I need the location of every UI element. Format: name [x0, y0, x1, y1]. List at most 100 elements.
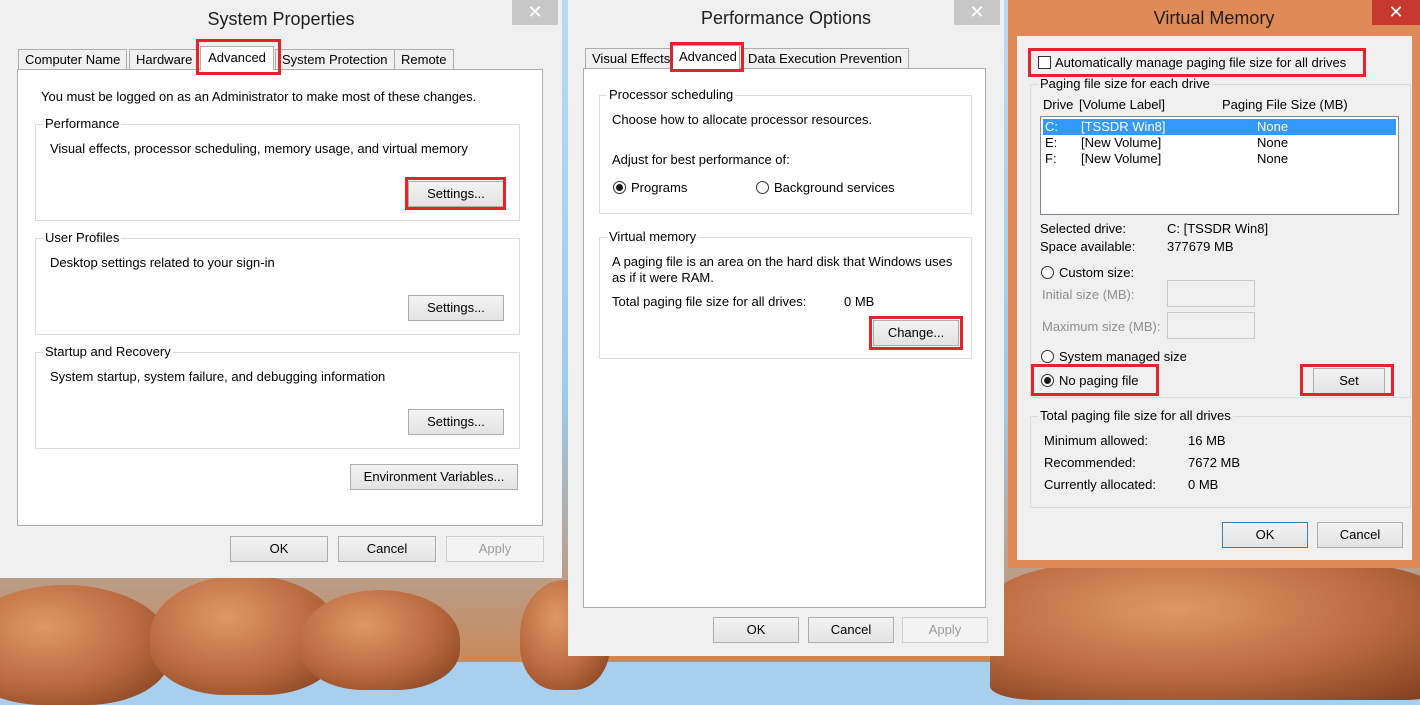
title-bar: Performance Options	[568, 0, 1004, 36]
tab-advanced[interactable]: Advanced	[200, 46, 274, 70]
initial-size-label: Initial size (MB):	[1042, 287, 1135, 302]
programs-radio[interactable]	[613, 181, 626, 194]
advanced-tab-panel: You must be logged on as an Administrato…	[17, 69, 543, 526]
drive-letter: C:	[1045, 119, 1058, 134]
admin-note: You must be logged on as an Administrato…	[41, 89, 477, 104]
maximum-size-label: Maximum size (MB):	[1042, 319, 1161, 334]
custom-size-radio[interactable]	[1041, 266, 1054, 279]
space-available-value: 377679 MB	[1167, 239, 1234, 254]
space-available-label: Space available:	[1040, 239, 1136, 254]
environment-variables-button[interactable]: Environment Variables...	[350, 464, 518, 490]
tab-visual-effects[interactable]: Visual Effects	[585, 48, 678, 68]
processor-description: Choose how to allocate processor resourc…	[612, 112, 873, 127]
list-item[interactable]: F: [New Volume] None	[1043, 151, 1396, 167]
user-profiles-settings-button[interactable]: Settings...	[408, 295, 504, 321]
no-paging-file-label: No paging file	[1059, 373, 1139, 388]
auto-manage-checkbox[interactable]	[1038, 56, 1051, 69]
tab-data-execution-prevention[interactable]: Data Execution Prevention	[741, 48, 909, 68]
drive-size: None	[1257, 119, 1289, 134]
apply-button[interactable]: Apply	[446, 536, 544, 562]
virtual-memory-desc-line2: as if it were RAM.	[612, 270, 714, 285]
close-button[interactable]: ✕	[954, 0, 1000, 25]
virtual-memory-window: Virtual Memory ✕ Automatically manage pa…	[1008, 0, 1420, 568]
drive-label: [New Volume]	[1081, 135, 1162, 150]
drive-list[interactable]: C: [TSSDR Win8] None E: [New Volume] Non…	[1040, 116, 1399, 215]
performance-group: Performance Visual effects, processor sc…	[35, 116, 520, 221]
background-services-radio[interactable]	[756, 181, 769, 194]
close-button[interactable]: ✕	[512, 0, 558, 25]
minimum-allowed-label: Minimum allowed:	[1044, 433, 1149, 448]
rock-decoration	[990, 560, 1420, 700]
startup-recovery-group-title: Startup and Recovery	[43, 344, 173, 359]
column-paging-size: Paging File Size (MB)	[1222, 97, 1348, 112]
apply-button[interactable]: Apply	[902, 617, 988, 643]
dialog-client-area: Automatically manage paging file size fo…	[1017, 36, 1412, 560]
tab-remote[interactable]: Remote	[394, 49, 454, 69]
ok-button[interactable]: OK	[1222, 522, 1308, 548]
maximum-size-input[interactable]	[1167, 312, 1255, 339]
paging-file-group: Paging file size for each drive Drive [V…	[1030, 76, 1411, 398]
tab-advanced[interactable]: Advanced	[672, 45, 740, 69]
list-item[interactable]: C: [TSSDR Win8] None	[1043, 119, 1396, 135]
rock-decoration	[300, 590, 460, 690]
cancel-button[interactable]: Cancel	[338, 536, 436, 562]
window-title: System Properties	[207, 9, 355, 29]
cancel-button[interactable]: Cancel	[1317, 522, 1403, 548]
performance-group-title: Performance	[43, 116, 122, 131]
drive-size: None	[1257, 135, 1289, 150]
startup-recovery-settings-button[interactable]: Settings...	[408, 409, 504, 435]
paging-file-group-title: Paging file size for each drive	[1038, 76, 1212, 91]
tab-hardware[interactable]: Hardware	[129, 49, 200, 69]
virtual-memory-desc-line1: A paging file is an area on the hard dis…	[612, 254, 953, 269]
drive-letter: F:	[1045, 151, 1057, 166]
drive-letter: E:	[1045, 135, 1058, 150]
performance-options-window: Performance Options ✕ Visual Effects Dat…	[568, 0, 1004, 656]
adjust-label: Adjust for best performance of:	[612, 152, 790, 167]
set-button[interactable]: Set	[1313, 368, 1385, 394]
initial-size-input[interactable]	[1167, 280, 1255, 307]
system-properties-window: System Properties ✕ Computer Name Hardwa…	[0, 0, 562, 578]
background-services-label: Background services	[774, 180, 895, 195]
title-bar: Virtual Memory	[1008, 0, 1420, 36]
startup-recovery-group: Startup and Recovery System startup, sys…	[35, 344, 520, 449]
rock-decoration	[0, 585, 170, 705]
custom-size-label: Custom size:	[1059, 265, 1135, 280]
performance-settings-button[interactable]: Settings...	[408, 181, 504, 207]
auto-manage-label: Automatically manage paging file size fo…	[1055, 55, 1347, 70]
no-paging-file-radio[interactable]	[1041, 374, 1054, 387]
drive-label: [New Volume]	[1081, 151, 1162, 166]
ok-button[interactable]: OK	[713, 617, 799, 643]
total-paging-value: 0 MB	[844, 294, 875, 309]
close-icon: ✕	[527, 2, 543, 22]
startup-recovery-description: System startup, system failure, and debu…	[50, 369, 386, 384]
system-managed-label: System managed size	[1059, 349, 1187, 364]
minimum-allowed-value: 16 MB	[1188, 433, 1226, 448]
user-profiles-description: Desktop settings related to your sign-in	[50, 255, 275, 270]
column-drive: Drive	[1043, 97, 1074, 112]
currently-allocated-value: 0 MB	[1188, 477, 1219, 492]
user-profiles-group: User Profiles Desktop settings related t…	[35, 230, 520, 335]
drive-size: None	[1257, 151, 1289, 166]
ok-button[interactable]: OK	[230, 536, 328, 562]
selected-drive-label: Selected drive:	[1040, 221, 1126, 236]
window-title: Virtual Memory	[1153, 8, 1275, 28]
close-button[interactable]: ✕	[1372, 0, 1420, 25]
tab-system-protection[interactable]: System Protection	[275, 49, 395, 69]
tab-computer-name[interactable]: Computer Name	[18, 49, 128, 69]
close-icon: ✕	[1388, 2, 1404, 22]
system-managed-radio[interactable]	[1041, 350, 1054, 363]
total-paging-label: Total paging file size for all drives:	[612, 294, 807, 309]
total-paging-group: Total paging file size for all drives Mi…	[1030, 408, 1411, 508]
title-bar: System Properties	[0, 0, 562, 36]
recommended-value: 7672 MB	[1188, 455, 1241, 470]
cancel-button[interactable]: Cancel	[808, 617, 894, 643]
column-volume-label: [Volume Label]	[1079, 97, 1166, 112]
virtual-memory-group: Virtual memory A paging file is an area …	[599, 229, 972, 359]
list-item[interactable]: E: [New Volume] None	[1043, 135, 1396, 151]
recommended-label: Recommended:	[1044, 455, 1136, 470]
virtual-memory-title: Virtual memory	[607, 229, 699, 244]
programs-label: Programs	[631, 180, 688, 195]
total-paging-group-title: Total paging file size for all drives	[1038, 408, 1233, 423]
close-icon: ✕	[969, 2, 985, 22]
change-button[interactable]: Change...	[873, 320, 959, 346]
